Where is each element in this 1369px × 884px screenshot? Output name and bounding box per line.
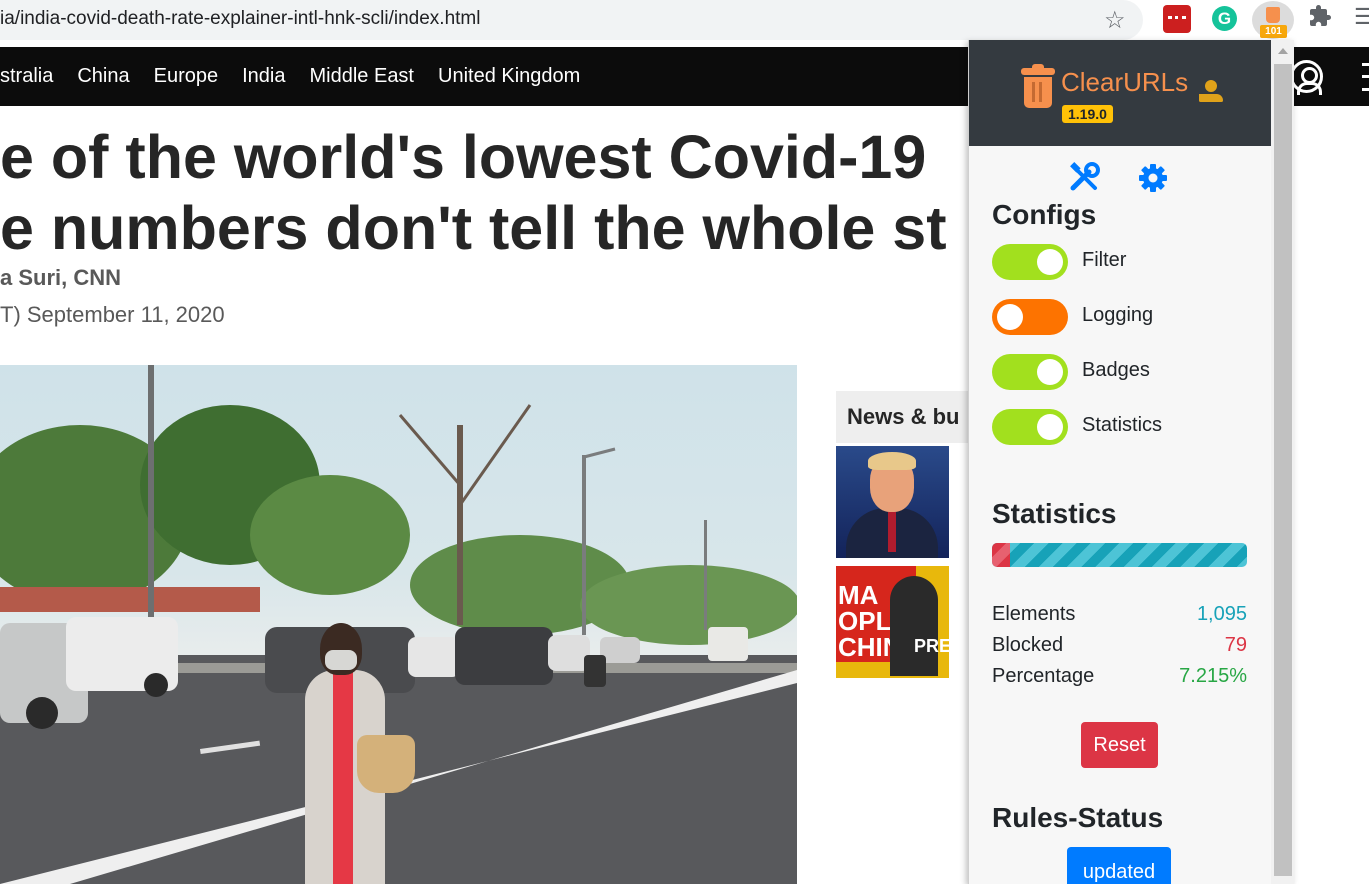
elements-label: Elements [992, 603, 1076, 625]
reset-button[interactable]: Reset [1081, 722, 1158, 768]
headline-line-1: e of the world's lowest Covid-19 [0, 123, 927, 191]
scroll-thumb[interactable] [1274, 64, 1292, 876]
nav-link-middle-east[interactable]: Middle East [310, 65, 415, 88]
article-photo[interactable] [0, 365, 797, 884]
face-mask [325, 650, 357, 670]
news-thumbnail-1[interactable] [836, 446, 949, 558]
address-bar[interactable]: ia/india-covid-death-rate-explainer-intl… [0, 0, 1143, 40]
clearurls-popup: ClearURLs 1.19.0 Configs Filter Logging … [968, 40, 1294, 884]
progress-blocked-segment [992, 543, 1011, 567]
filter-toggle[interactable] [992, 244, 1068, 280]
percentage-value: 7.215% [1179, 665, 1247, 687]
star-icon[interactable]: ☆ [1104, 6, 1126, 35]
badges-label: Badges [1082, 359, 1150, 381]
headline-line-2: e numbers don't tell the whole st [0, 194, 947, 262]
street-scene-image [0, 365, 797, 884]
extension-red-icon[interactable] [1163, 5, 1191, 33]
handbag [357, 735, 415, 793]
news-thumbnail-2[interactable]: MAOPLCHIN PRES [836, 566, 949, 678]
news-section-title[interactable]: News & bu [847, 404, 959, 430]
news-section-header: News & bu [836, 391, 970, 443]
badges-toggle[interactable] [992, 354, 1068, 390]
nav-link-india[interactable]: India [242, 65, 285, 88]
article-headline: e of the world's lowest Covid-19 e numbe… [0, 122, 947, 264]
statistics-toggle[interactable] [992, 409, 1068, 445]
popup-header: ClearURLs 1.19.0 [969, 40, 1271, 146]
nav-link-china[interactable]: China [77, 65, 129, 88]
nav-link-australia[interactable]: stralia [0, 65, 53, 88]
clearurls-logo-icon [1021, 64, 1055, 108]
percentage-label: Percentage [992, 665, 1095, 687]
clearurls-extension-icon[interactable]: 101 [1252, 1, 1294, 39]
article-byline[interactable]: a Suri, CNN [0, 265, 121, 291]
scroll-up-arrow-icon[interactable] [1278, 48, 1288, 54]
statistics-title: Statistics [992, 498, 1117, 529]
version-badge: 1.19.0 [1062, 105, 1113, 123]
logging-label: Logging [1082, 304, 1154, 326]
menu-icon[interactable]: ☰ [1354, 4, 1369, 30]
configs-title: Configs [992, 199, 1097, 230]
statistics-progress-bar [992, 543, 1247, 567]
popup-scrollbar[interactable] [1271, 40, 1294, 884]
rules-status-title: Rules-Status [992, 802, 1164, 833]
grammarly-icon[interactable]: G [1212, 6, 1237, 31]
nav-link-united-kingdom[interactable]: United Kingdom [438, 65, 580, 88]
puzzle-icon[interactable] [1308, 4, 1336, 32]
gear-icon[interactable] [1137, 162, 1169, 194]
logging-toggle[interactable] [992, 299, 1068, 335]
tools-icon[interactable] [1069, 162, 1101, 194]
user-account-icon[interactable] [1290, 60, 1323, 95]
article-dateline: T) September 11, 2020 [0, 302, 225, 327]
elements-value: 1,095 [1196, 603, 1247, 625]
rules-status-button[interactable]: updated [1067, 847, 1171, 884]
statistics-label: Statistics [1082, 414, 1163, 436]
browser-toolbar: ia/india-covid-death-rate-explainer-intl… [0, 0, 1369, 40]
filter-label: Filter [1082, 249, 1127, 271]
extension-badge: 101 [1260, 25, 1287, 38]
app-title: ClearURLs [1061, 67, 1189, 97]
blocked-value: 79 [1224, 634, 1247, 656]
hamburger-menu-icon[interactable] [1362, 63, 1369, 91]
nav-link-europe[interactable]: Europe [154, 65, 219, 88]
nav-links: stralia China Europe India Middle East U… [0, 65, 580, 88]
url-text[interactable]: ia/india-covid-death-rate-explainer-intl… [0, 8, 480, 30]
donate-icon[interactable] [1197, 80, 1225, 106]
blocked-label: Blocked [992, 634, 1064, 656]
